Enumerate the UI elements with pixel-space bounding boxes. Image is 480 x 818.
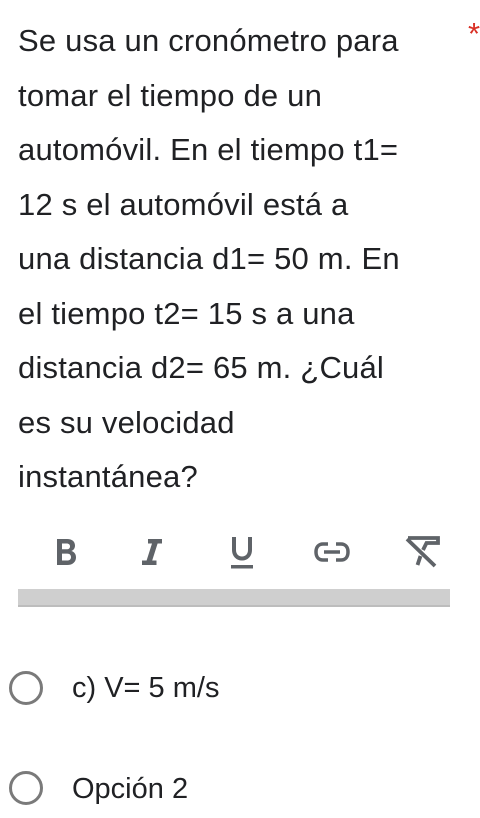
answer-input[interactable] — [18, 589, 450, 607]
question-line: tomar el tiempo de un — [18, 77, 323, 113]
required-marker: * — [468, 16, 480, 51]
radio-button[interactable] — [9, 671, 43, 705]
bold-icon — [57, 539, 76, 565]
italic-icon — [142, 539, 162, 565]
option-item[interactable]: Opción 2 — [0, 758, 480, 818]
question-line: distancia d2= 65 m. ¿Cuál — [18, 350, 384, 385]
clear-formatting-button[interactable] — [394, 524, 450, 580]
question-line: instantánea? — [18, 459, 198, 494]
italic-button[interactable] — [124, 524, 180, 580]
question-line: el tiempo t2= 15 s a una — [18, 295, 355, 331]
question-text: Se usa un cronómetro para tomar el tiemp… — [18, 14, 458, 505]
question-line: una distancia d1= 50 m. En — [18, 241, 400, 276]
underline-button[interactable] — [214, 524, 270, 580]
link-icon — [314, 542, 350, 562]
question-line: automóvil. En el tiempo t1= — [18, 132, 399, 167]
question-line: 12 s el automóvil está a — [18, 186, 349, 222]
option-item[interactable]: c) V= 5 m/s — [0, 658, 480, 718]
underline-icon — [231, 537, 253, 569]
question-line: Se usa un cronómetro para — [18, 23, 399, 58]
radio-button[interactable] — [9, 771, 43, 805]
bold-button[interactable] — [38, 524, 94, 580]
answer-underline — [18, 605, 450, 607]
option-label: Opción 2 — [72, 773, 189, 805]
clear-formatting-icon — [405, 536, 440, 568]
formatting-toolbar — [0, 524, 480, 580]
option-label: c) V= 5 m/s — [72, 672, 220, 704]
link-button[interactable] — [304, 524, 360, 580]
question-line: es su velocidad — [18, 404, 235, 440]
